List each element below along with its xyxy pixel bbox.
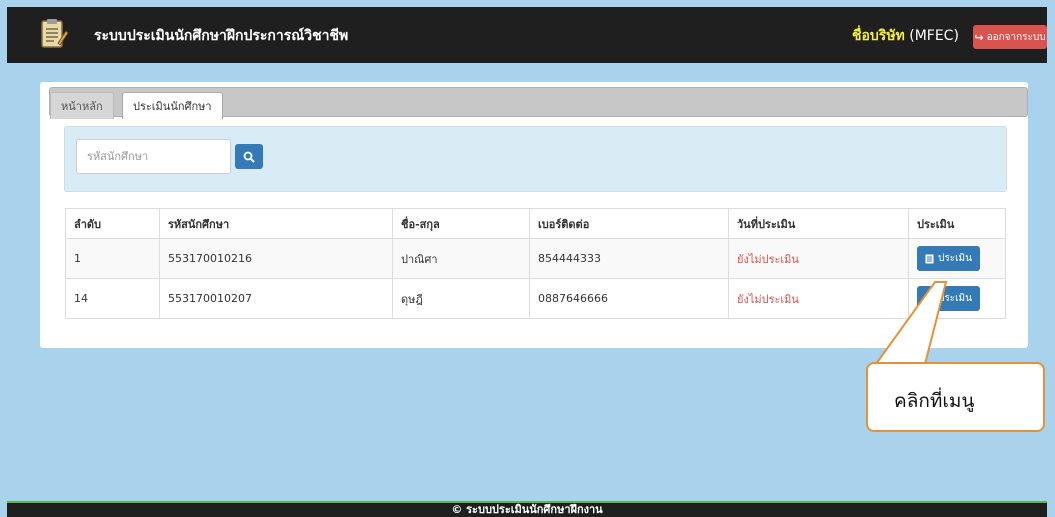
logout-label: ออกจากระบบ <box>986 31 1046 43</box>
table-row: 14 553170010207 ดุษฎี 0887646666 ยังไม่ป… <box>65 278 1006 319</box>
cell-phone: 0887646666 <box>529 278 729 319</box>
students-table: ลำดับ รหัสนักศึกษา ชื่อ-สกุล เบอร์ติดต่อ… <box>65 208 1006 319</box>
col-header-name: ชื่อ-สกุล <box>392 208 530 239</box>
cell-status: ยังไม่ประเมิน <box>728 238 909 279</box>
company-name: ชื่อบริษัท <box>852 28 905 44</box>
cell-action: ประเมิน <box>908 278 1006 319</box>
logout-button[interactable]: ↪ ออกจากระบบ <box>973 25 1047 49</box>
col-header-phone: เบอร์ติดต่อ <box>529 208 729 239</box>
student-id-search-input[interactable] <box>76 139 231 174</box>
tab-evaluate-students[interactable]: ประเมินนักศึกษา <box>122 92 223 119</box>
cell-no: 1 <box>65 238 160 279</box>
tab-home-label: หน้าหลัก <box>61 100 103 113</box>
cell-name: ดุษฎี <box>392 278 530 319</box>
cell-student-id: 553170010216 <box>159 238 393 279</box>
app-title: ระบบประเมินนักศึกษาฝึกประการณ์วิชาชีพ <box>94 28 349 44</box>
main-panel: หน้าหลัก ประเมินนักศึกษา ลำดับ รหัสนักศึ… <box>40 82 1028 348</box>
col-header-evaluate: ประเมิน <box>908 208 1006 239</box>
col-header-eval-date: วันที่ประเมิน <box>728 208 909 239</box>
tab-bar: หน้าหลัก ประเมินนักศึกษา <box>49 87 1028 119</box>
cell-name: ปาณิศา <box>392 238 530 279</box>
search-icon <box>243 151 255 163</box>
company-code: (MFEC) <box>909 28 959 44</box>
col-header-no: ลำดับ <box>65 208 160 239</box>
cell-status: ยังไม่ประเมิน <box>728 278 909 319</box>
table-row: 1 553170010216 ปาณิศา 854444333 ยังไม่ปร… <box>65 238 1006 279</box>
app-logo-icon <box>36 17 70 51</box>
search-button[interactable] <box>235 144 263 169</box>
cell-no: 14 <box>65 278 160 319</box>
company-info: ชื่อบริษัท (MFEC) <box>852 25 959 47</box>
col-header-student-id: รหัสนักศึกษา <box>159 208 393 239</box>
footer: © ระบบประเมินนักศึกษาฝึกงาน <box>7 501 1047 517</box>
cell-phone: 854444333 <box>529 238 729 279</box>
tab-home[interactable]: หน้าหลัก <box>50 92 114 119</box>
search-area <box>64 126 1007 192</box>
callout-text: คลิกที่เมนู <box>894 390 975 412</box>
cell-student-id: 553170010207 <box>159 278 393 319</box>
evaluate-button[interactable]: ประเมิน <box>917 246 980 271</box>
document-icon <box>925 294 934 303</box>
evaluate-button-label: ประเมิน <box>938 253 972 264</box>
table-header-row: ลำดับ รหัสนักศึกษา ชื่อ-สกุล เบอร์ติดต่อ… <box>65 208 1006 239</box>
cell-action: ประเมิน <box>908 238 1006 279</box>
tab-evaluate-students-label: ประเมินนักศึกษา <box>133 100 212 113</box>
logout-icon: ↪ <box>974 30 984 44</box>
callout-box: คลิกที่เมนู <box>866 362 1045 432</box>
evaluate-button-label: ประเมิน <box>938 293 972 304</box>
top-navbar: ระบบประเมินนักศึกษาฝึกประการณ์วิชาชีพ ชื… <box>7 7 1047 63</box>
evaluate-button[interactable]: ประเมิน <box>917 286 980 311</box>
document-icon <box>925 254 934 263</box>
